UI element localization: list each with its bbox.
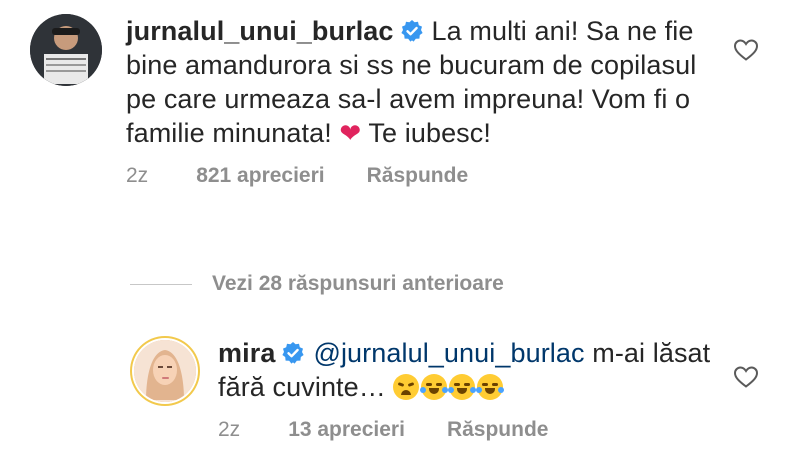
comment-text-block: mira @jurnalul_unui_burlac m-ai lăsat fă… [218, 336, 718, 404]
mention-link[interactable]: @jurnalul_unui_burlac [313, 338, 584, 368]
tears-of-joy-emoji-icon [476, 374, 505, 400]
verified-badge-icon [281, 339, 305, 364]
reply-button[interactable]: Răspunde [367, 164, 469, 188]
tears-of-joy-emoji-icon [420, 374, 449, 400]
weary-face-emoji-icon [393, 374, 420, 400]
comment-2: mira @jurnalul_unui_burlac m-ai lăsat fă… [130, 336, 770, 442]
comment-body: mira @jurnalul_unui_burlac m-ai lăsat fă… [218, 336, 718, 442]
comment-meta: 2z 821 aprecieri Răspunde [126, 164, 706, 188]
tears-of-joy-emoji-icon [448, 374, 477, 400]
avatar[interactable] [30, 14, 102, 86]
comment-1: jurnalul_unui_burlac La multi ani! Sa ne… [30, 14, 770, 188]
verified-badge-icon [400, 17, 424, 42]
likes-count[interactable]: 821 aprecieri [196, 164, 324, 188]
comment-body: jurnalul_unui_burlac La multi ani! Sa ne… [126, 14, 706, 188]
comment-meta: 2z 13 aprecieri Răspunde [218, 418, 718, 442]
comment-time: 2z [218, 418, 241, 441]
view-previous-replies[interactable]: Vezi 28 răspunsuri anterioare [130, 272, 504, 296]
comment-time: 2z [126, 164, 149, 187]
replies-divider [130, 283, 192, 285]
likes-count[interactable]: 13 aprecieri [288, 418, 405, 442]
comment-text-end: Te iubesc! [368, 118, 491, 148]
comment-text-block: jurnalul_unui_burlac La multi ani! Sa ne… [126, 14, 706, 150]
username[interactable]: mira [218, 338, 275, 368]
like-heart-icon[interactable] [733, 365, 759, 389]
reply-button[interactable]: Răspunde [447, 418, 549, 442]
heart-emoji: ❤ [339, 118, 362, 148]
avatar[interactable] [134, 340, 196, 402]
avatar-photo-icon [30, 14, 102, 86]
username[interactable]: jurnalul_unui_burlac [126, 16, 394, 46]
avatar-photo-icon [134, 340, 196, 402]
replies-link[interactable]: Vezi 28 răspunsuri anterioare [212, 272, 504, 296]
like-heart-icon[interactable] [733, 38, 759, 62]
